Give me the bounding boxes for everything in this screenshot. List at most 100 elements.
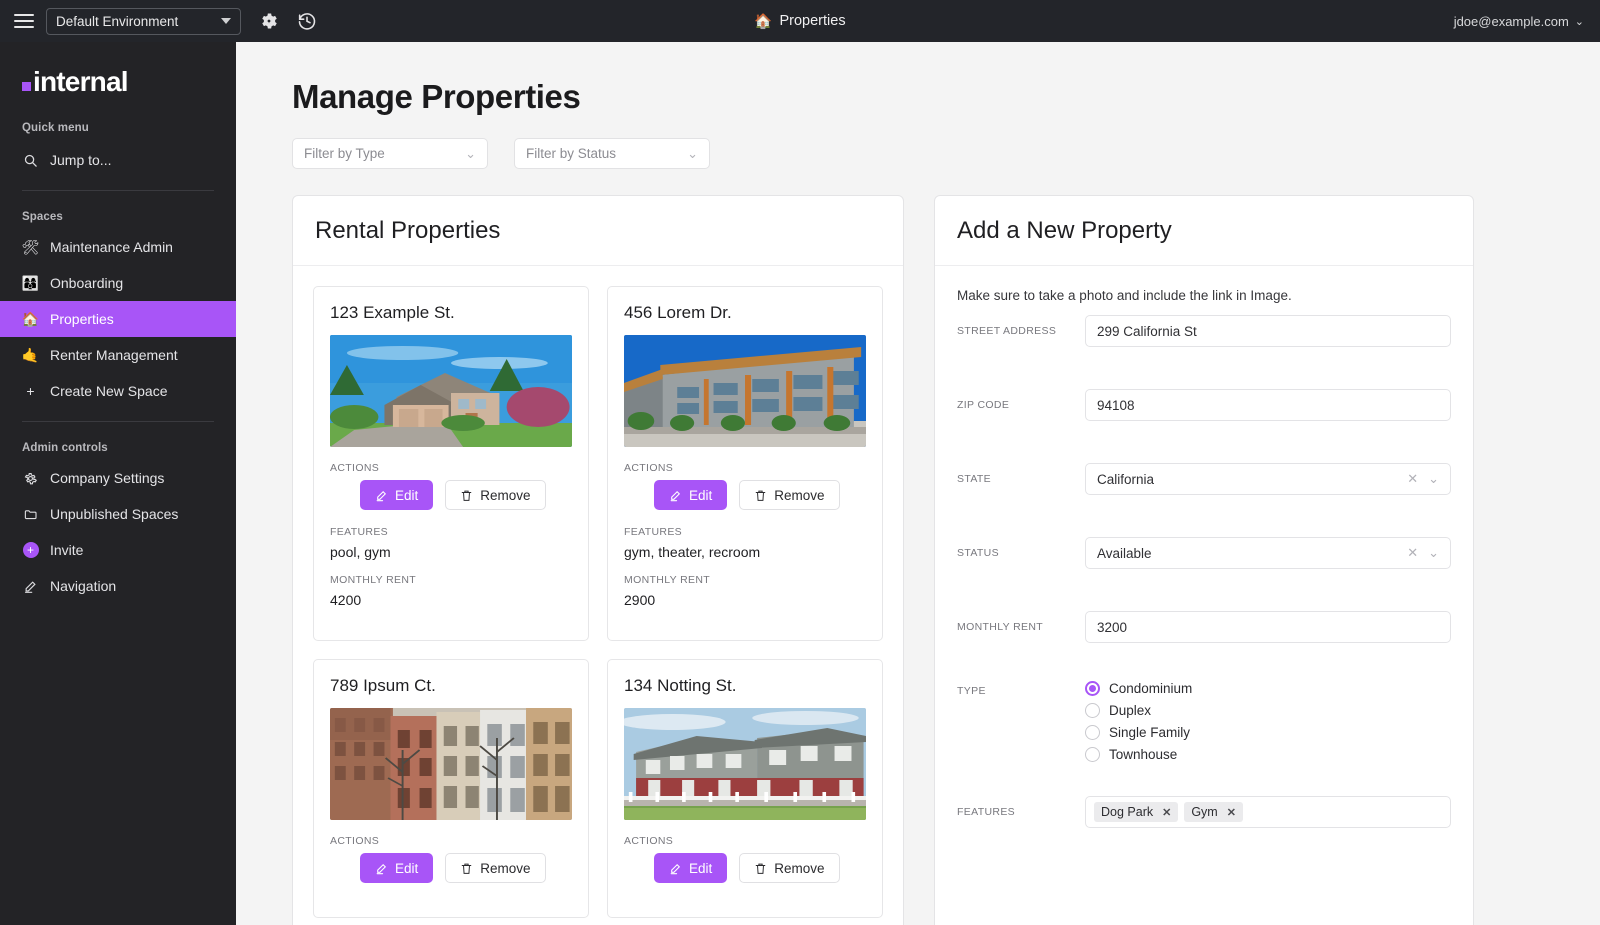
user-email: jdoe@example.com bbox=[1453, 13, 1569, 29]
property-address: 789 Ipsum Ct. bbox=[330, 676, 436, 695]
property-actions: Edit Remove bbox=[624, 853, 866, 883]
features-tag-input[interactable]: Dog Park ✕ Gym ✕ bbox=[1085, 796, 1451, 828]
actions-label: ACTIONS bbox=[624, 462, 674, 474]
jump-to-search[interactable]: Jump to... bbox=[0, 142, 236, 178]
property-card[interactable]: 789 Ipsum Ct. ACTIONS Edit Remove bbox=[313, 659, 589, 918]
radio-label: Duplex bbox=[1109, 703, 1152, 718]
actions-label: ACTIONS bbox=[330, 835, 380, 847]
history-icon bbox=[298, 13, 316, 30]
radio-icon bbox=[1085, 703, 1100, 718]
remove-button-label: Remove bbox=[774, 487, 825, 503]
remove-button[interactable]: Remove bbox=[445, 480, 546, 510]
feature-tag[interactable]: Gym ✕ bbox=[1184, 802, 1243, 822]
property-card[interactable]: 456 Lorem Dr. ACTIONS Edit Remove FEATUR… bbox=[607, 286, 883, 641]
chevron-down-icon: ⌄ bbox=[465, 145, 476, 161]
zip-code-input[interactable]: 94108 bbox=[1085, 389, 1451, 421]
features-label: FEATURES bbox=[957, 806, 1016, 818]
add-property-form: STREET ADDRESS 299 California St ZIP COD… bbox=[935, 311, 1473, 832]
property-photo-suburban-house bbox=[330, 335, 572, 447]
hamburger-menu-icon[interactable] bbox=[14, 14, 34, 28]
clear-icon[interactable]: ✕ bbox=[1407, 471, 1418, 487]
user-menu[interactable]: jdoe@example.com ⌄ bbox=[1454, 14, 1584, 29]
radio-townhouse[interactable]: Townhouse bbox=[1085, 747, 1192, 762]
property-photo-modern-apartment bbox=[624, 335, 866, 447]
environment-select[interactable]: Default Environment bbox=[46, 7, 241, 35]
trash-icon bbox=[460, 489, 473, 502]
folder-icon bbox=[22, 507, 39, 522]
radio-duplex[interactable]: Duplex bbox=[1085, 703, 1192, 718]
edit-button-label: Edit bbox=[689, 860, 713, 876]
features-label: FEATURES bbox=[330, 526, 389, 538]
rental-properties-body: 123 Example St. ACTIONS Edit Remove FEAT… bbox=[293, 266, 903, 918]
sidebar-item-navigation[interactable]: Navigation bbox=[0, 568, 236, 604]
state-select[interactable]: California ✕ ⌄ bbox=[1085, 463, 1451, 495]
edit-button[interactable]: Edit bbox=[654, 480, 728, 510]
filter-by-type-value: Filter by Type bbox=[304, 146, 385, 161]
features-row: FEATURES Dog Park ✕ Gym ✕ bbox=[957, 792, 1451, 832]
state-label: STATE bbox=[957, 473, 992, 485]
chevron-down-icon: ⌄ bbox=[1574, 15, 1584, 28]
jump-to-label: Jump to... bbox=[50, 152, 112, 168]
filter-by-type-select[interactable]: Filter by Type ⌄ bbox=[292, 138, 488, 169]
radio-label: Townhouse bbox=[1109, 747, 1178, 762]
add-property-panel: Add a New Property Make sure to take a p… bbox=[934, 195, 1474, 925]
edit-button[interactable]: Edit bbox=[654, 853, 728, 883]
main-content: Manage Properties Filter by Type ⌄ Filte… bbox=[236, 42, 1600, 925]
radio-condominium[interactable]: Condominium bbox=[1085, 681, 1192, 696]
chevron-down-icon[interactable]: ⌄ bbox=[1428, 545, 1439, 561]
sidebar-item-onboarding[interactable]: 👩‍👩‍👦 Onboarding bbox=[0, 265, 236, 301]
status-value: Available bbox=[1097, 545, 1152, 561]
remove-button-label: Remove bbox=[480, 487, 531, 503]
feature-tag-label: Dog Park bbox=[1101, 805, 1154, 819]
property-rent: 2900 bbox=[624, 592, 656, 608]
close-icon[interactable]: ✕ bbox=[1227, 806, 1236, 819]
sidebar-item-maintenance-admin[interactable]: 🛠 Maintenance Admin bbox=[0, 229, 236, 265]
sidebar-item-company-settings[interactable]: Company Settings bbox=[0, 460, 236, 496]
property-card[interactable]: 123 Example St. ACTIONS Edit Remove FEAT… bbox=[313, 286, 589, 641]
feature-tag[interactable]: Dog Park ✕ bbox=[1094, 802, 1179, 822]
trash-icon bbox=[460, 862, 473, 875]
pencil-icon bbox=[375, 489, 388, 502]
clear-icon[interactable]: ✕ bbox=[1407, 545, 1418, 561]
chevron-down-icon[interactable]: ⌄ bbox=[1428, 471, 1439, 487]
environment-select-label: Default Environment bbox=[56, 13, 179, 29]
logo-dot-icon bbox=[22, 82, 31, 91]
features-label: FEATURES bbox=[624, 526, 683, 538]
remove-button[interactable]: Remove bbox=[739, 480, 840, 510]
sidebar-item-invite[interactable]: + Invite bbox=[0, 532, 236, 568]
sidebar-item-properties[interactable]: 🏠 Properties bbox=[0, 301, 236, 337]
history-button[interactable] bbox=[297, 11, 317, 31]
sidebar-item-unpublished-spaces[interactable]: Unpublished Spaces bbox=[0, 496, 236, 532]
people-icon: 👩‍👩‍👦 bbox=[21, 274, 40, 291]
property-address: 134 Notting St. bbox=[624, 676, 737, 695]
status-select[interactable]: Available ✕ ⌄ bbox=[1085, 537, 1451, 569]
close-icon[interactable]: ✕ bbox=[1162, 806, 1171, 819]
zip-code-row: ZIP CODE 94108 bbox=[957, 385, 1451, 425]
sidebar-item-create-new-space[interactable]: + Create New Space bbox=[0, 373, 236, 409]
edit-button[interactable]: Edit bbox=[360, 853, 434, 883]
property-actions: Edit Remove bbox=[330, 853, 572, 883]
street-address-row: STREET ADDRESS 299 California St bbox=[957, 311, 1451, 351]
pencil-icon bbox=[375, 862, 388, 875]
remove-button[interactable]: Remove bbox=[739, 853, 840, 883]
monthly-rent-input[interactable]: 3200 bbox=[1085, 611, 1451, 643]
property-card[interactable]: 134 Notting St. ACTIONS Edit Remove bbox=[607, 659, 883, 918]
spaces-label: Spaces bbox=[22, 211, 63, 223]
street-address-input[interactable]: 299 California St bbox=[1085, 315, 1451, 347]
sidebar-item-renter-management[interactable]: 🤙 Renter Management bbox=[0, 337, 236, 373]
edit-button[interactable]: Edit bbox=[360, 480, 434, 510]
settings-gear-button[interactable] bbox=[259, 11, 279, 31]
property-rent: 4200 bbox=[330, 592, 362, 608]
radio-label: Condominium bbox=[1109, 681, 1193, 696]
trash-icon bbox=[754, 862, 767, 875]
filter-bar: Filter by Type ⌄ Filter by Status ⌄ bbox=[292, 138, 1600, 169]
rental-properties-title: Rental Properties bbox=[315, 217, 501, 244]
property-address: 456 Lorem Dr. bbox=[624, 303, 732, 322]
remove-button-label: Remove bbox=[480, 860, 531, 876]
state-value: California bbox=[1097, 471, 1155, 487]
radio-single-family[interactable]: Single Family bbox=[1085, 725, 1192, 740]
title-text: Properties bbox=[779, 13, 846, 29]
remove-button[interactable]: Remove bbox=[445, 853, 546, 883]
filter-by-status-select[interactable]: Filter by Status ⌄ bbox=[514, 138, 710, 169]
gear-icon bbox=[262, 13, 277, 29]
